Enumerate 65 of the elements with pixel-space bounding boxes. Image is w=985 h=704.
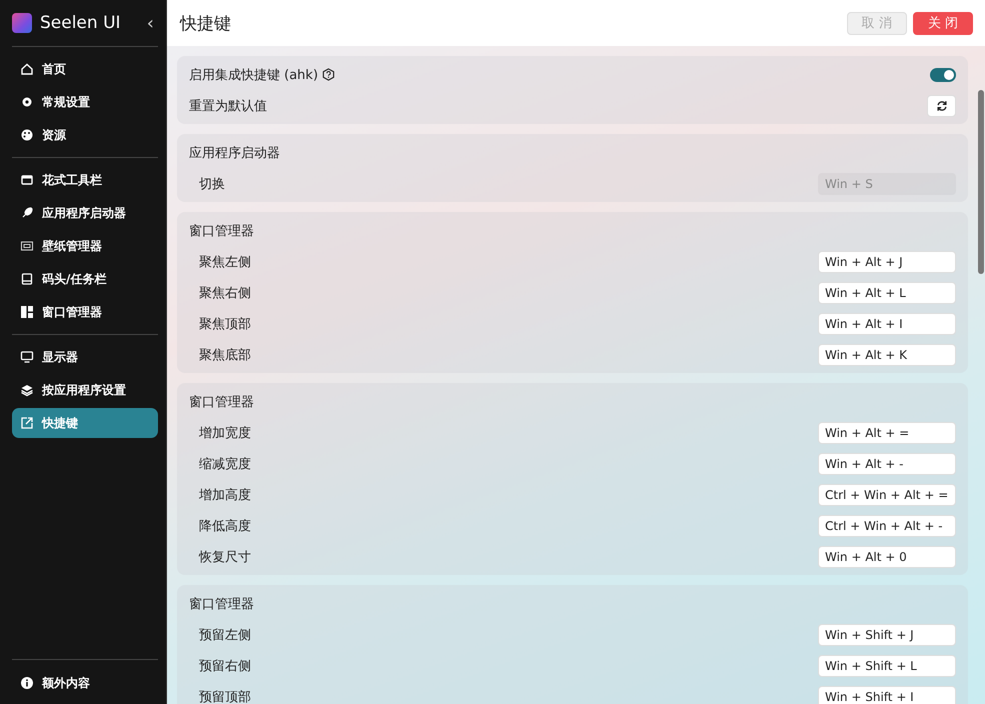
shortcut-label: 聚焦右侧 [199,284,252,302]
shortcut-field[interactable]: Win + Alt + L [818,282,956,304]
sidebar-item-icon [20,62,34,76]
refresh-icon [936,100,948,112]
sidebar-item-icon [20,272,34,286]
toggle-switch[interactable] [930,68,956,82]
sidebar-item[interactable]: 花式工具栏 [12,165,158,195]
sidebar-item[interactable]: 常规设置 [12,87,158,117]
shortcut-label: 增加高度 [199,486,252,504]
sidebar-item[interactable]: 窗口管理器 [12,297,158,327]
shortcut-field[interactable]: Win + Alt + 0 [818,546,956,568]
app-logo-icon [12,13,32,33]
setting-label: 启用集成快捷键 (ahk) [189,66,318,84]
shortcut-field[interactable]: Win + Alt + - [818,452,956,474]
sidebar-item-icon [20,128,34,142]
shortcut-label: 预留右侧 [199,658,252,674]
scrollbar-thumb[interactable] [978,90,984,274]
sidebar-item-icon [20,676,34,690]
sidebar-item[interactable]: 按应用程序设置 [12,375,158,405]
shortcut-field[interactable]: Ctrl + Win + Alt + - [818,514,956,536]
help-icon[interactable] [322,68,336,81]
sidebar-item[interactable]: 资源 [12,120,158,150]
shortcut-field[interactable]: Win + Alt + I [818,312,956,334]
shortcut-label: 预留顶部 [199,688,252,704]
section-title: 窗口管理器 [189,596,255,612]
shortcut-label: 聚焦顶部 [199,316,252,332]
sidebar-item[interactable]: 显示器 [12,342,158,372]
shortcut-label: 预留左侧 [199,626,252,644]
shortcut-field[interactable]: Win + Shift + J [818,624,956,646]
sidebar-item[interactable]: 额外内容 [12,668,158,698]
sidebar-item-icon [20,173,34,187]
sidebar-item-icon [20,305,34,319]
section-title: 应用程序启动器 [189,144,281,162]
sidebar-item-icon [20,206,34,220]
sidebar-item[interactable]: 码头/任务栏 [12,264,158,294]
reset-button[interactable] [927,94,956,116]
shortcut-label: 恢复尺寸 [199,548,252,566]
setting-label: 重置为默认值 [189,98,268,114]
shortcut-field[interactable]: Win + Alt + K [818,344,956,366]
sidebar-item[interactable]: 应用程序启动器 [12,198,158,228]
sidebar-item-icon [20,350,34,364]
section-title: 窗口管理器 [189,394,255,410]
shortcut-label: 增加宽度 [199,424,252,442]
shortcut-label: 降低高度 [199,518,252,534]
shortcut-label: 聚焦左侧 [199,254,252,270]
collapse-button[interactable]: ‹ [142,12,158,34]
sidebar-item[interactable]: 首页 [12,54,158,84]
shortcut-field[interactable]: Win + Alt + = [818,422,956,444]
section-title: 窗口管理器 [189,222,255,240]
app-name: Seelen UI [40,13,122,33]
sidebar-item-icon [20,416,34,430]
shortcut-label: 缩减宽度 [199,456,252,472]
sidebar-item-icon [20,95,34,109]
shortcut-field[interactable]: Win + Alt + J [818,250,956,272]
sidebar-item[interactable]: 快捷键 [12,408,158,438]
page-title: 快捷键 [180,12,232,34]
sidebar-item[interactable]: 壁纸管理器 [12,231,158,261]
sidebar-item-icon [20,239,34,253]
shortcut-field[interactable]: Win + Shift + I [818,686,956,704]
shortcut-label: 切换 [199,176,226,192]
close-button[interactable]: 关 闭 [912,12,973,34]
shortcut-label: 聚焦底部 [199,346,252,364]
shortcut-field[interactable]: Win + Shift + L [818,654,956,676]
sidebar-item-icon [20,383,34,397]
shortcut-field[interactable]: Ctrl + Win + Alt + = [818,484,956,506]
